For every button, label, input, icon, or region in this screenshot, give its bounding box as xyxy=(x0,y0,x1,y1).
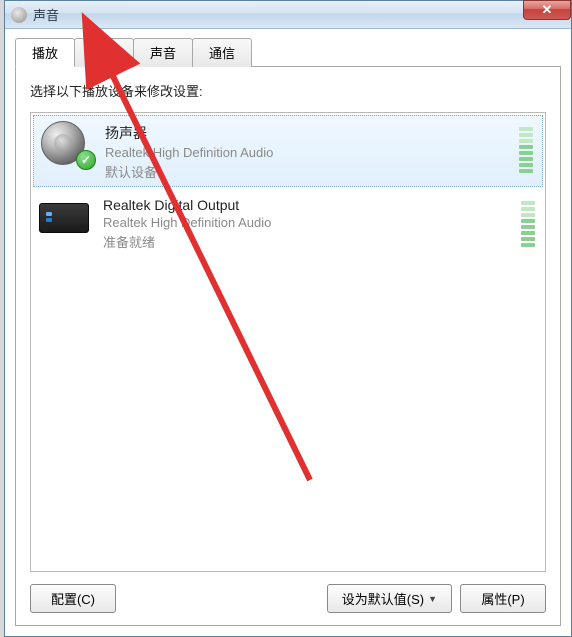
device-icon-wrap xyxy=(39,195,91,241)
dialog-content: 播放 录制 声音 通信 选择以下播放设备来修改设置: ✓ 扬声器 Realtek… xyxy=(5,29,571,636)
close-button[interactable]: ✕ xyxy=(523,0,571,20)
titlebar: 声音 ✕ xyxy=(5,1,571,29)
tab-strip: 播放 录制 声音 通信 xyxy=(15,37,561,66)
tab-sounds[interactable]: 声音 xyxy=(133,38,193,67)
device-status: 默认设备 xyxy=(105,162,507,181)
window-title: 声音 xyxy=(33,5,59,24)
tab-communications[interactable]: 通信 xyxy=(192,38,252,67)
default-check-icon: ✓ xyxy=(76,150,96,170)
device-name: Realtek Digital Output xyxy=(103,197,509,213)
properties-button[interactable]: 属性(P) xyxy=(460,584,546,613)
device-name: 扬声器 xyxy=(105,123,507,143)
level-meter xyxy=(519,123,533,173)
device-text: 扬声器 Realtek High Definition Audio 默认设备 xyxy=(105,121,507,181)
instruction-text: 选择以下播放设备来修改设置: xyxy=(30,81,546,100)
configure-button[interactable]: 配置(C) xyxy=(30,584,116,613)
device-description: Realtek High Definition Audio xyxy=(105,145,507,160)
set-default-button[interactable]: 设为默认值(S) ▼ xyxy=(327,584,452,613)
set-default-label: 设为默认值(S) xyxy=(342,589,424,608)
device-status: 准备就绪 xyxy=(103,232,509,251)
device-list[interactable]: ✓ 扬声器 Realtek High Definition Audio 默认设备 xyxy=(30,112,546,572)
tab-playback[interactable]: 播放 xyxy=(15,38,75,67)
tab-recording[interactable]: 录制 xyxy=(74,38,134,67)
device-item-speakers[interactable]: ✓ 扬声器 Realtek High Definition Audio 默认设备 xyxy=(33,115,543,187)
device-text: Realtek Digital Output Realtek High Defi… xyxy=(103,195,509,251)
chevron-down-icon: ▼ xyxy=(428,594,437,604)
device-item-digital[interactable]: Realtek Digital Output Realtek High Defi… xyxy=(31,189,545,257)
device-icon-wrap: ✓ xyxy=(41,121,93,167)
sound-dialog: 声音 ✕ 播放 录制 声音 通信 选择以下播放设备来修改设置: ✓ 扬声器 Re… xyxy=(4,0,572,637)
sound-icon xyxy=(11,7,27,23)
button-row: 配置(C) 设为默认值(S) ▼ 属性(P) xyxy=(30,584,546,613)
digital-output-icon xyxy=(39,203,89,233)
level-meter xyxy=(521,197,535,247)
device-description: Realtek High Definition Audio xyxy=(103,215,509,230)
playback-panel: 选择以下播放设备来修改设置: ✓ 扬声器 Realtek High Defini… xyxy=(15,66,561,626)
